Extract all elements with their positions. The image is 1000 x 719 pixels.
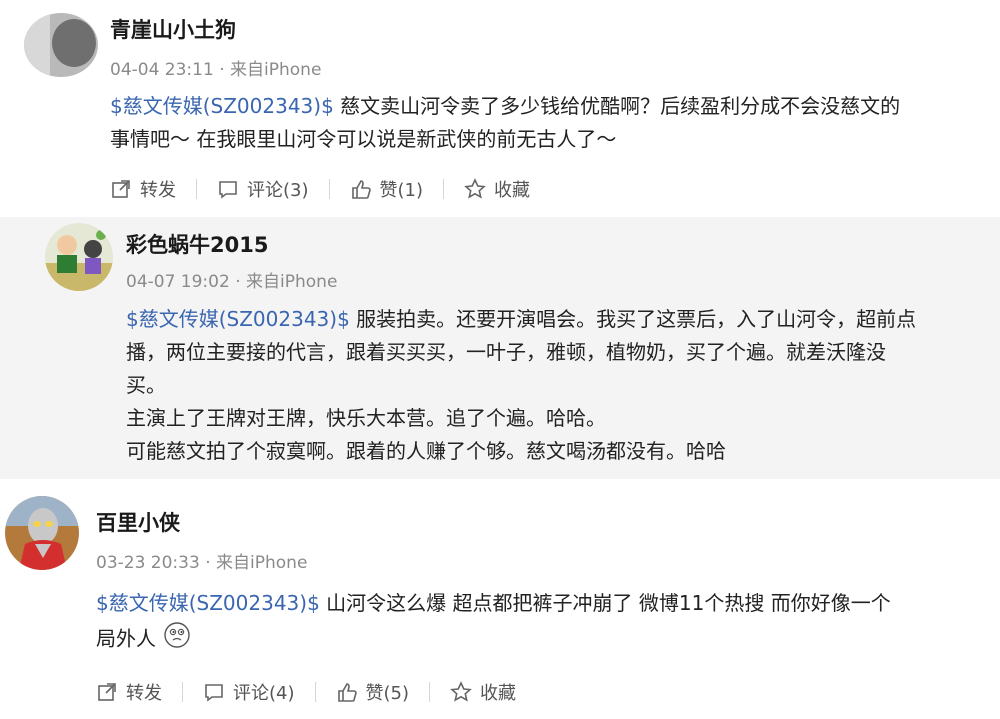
favorite-label: 收藏 <box>494 180 530 201</box>
username[interactable]: 百里小侠 <box>96 507 180 537</box>
favorite-label: 收藏 <box>480 683 516 704</box>
post-time: 04-04 23:11 <box>110 60 214 80</box>
meta-separator: · <box>205 553 211 573</box>
post-source: 来自iPhone <box>246 272 338 292</box>
post-time: 03-23 20:33 <box>96 553 200 573</box>
like-button[interactable]: 赞(5) <box>336 679 410 705</box>
comment-button[interactable]: 评论(3) <box>217 176 309 202</box>
action-bar: 转发 评论(3) 赞(1) 收藏 <box>110 176 530 202</box>
favorite-icon <box>450 681 472 702</box>
comment-icon <box>219 181 237 199</box>
divider <box>196 179 197 199</box>
stock-tag-link[interactable]: $慈文传媒(SZ002343)$ <box>126 307 350 331</box>
divider <box>443 179 444 199</box>
repost-label: 转发 <box>140 180 176 201</box>
comment-icon <box>205 684 223 702</box>
username[interactable]: 彩色蜗牛2015 <box>126 229 268 259</box>
comment-button[interactable]: 评论(4) <box>203 679 295 705</box>
like-icon <box>351 180 371 199</box>
text-line: 慈文卖山河令卖了多少钱给优酷啊？后续盈利分成不会没慈文的 <box>333 94 901 118</box>
like-button[interactable]: 赞(1) <box>350 176 424 202</box>
post-2: 彩色蜗牛2015 04-07 19:02 · 来自iPhone $慈文传媒(SZ… <box>0 217 1000 479</box>
thinking-emoji <box>162 620 192 660</box>
post-meta: 04-07 19:02 · 来自iPhone <box>126 267 337 292</box>
stock-tag-link[interactable]: $慈文传媒(SZ002343)$ <box>96 591 320 615</box>
favorite-icon <box>464 178 486 199</box>
text-line: 买。 <box>126 373 166 397</box>
avatar[interactable] <box>24 13 98 77</box>
post-1: 青崖山小土狗 04-04 23:11 · 来自iPhone $慈文传媒(SZ00… <box>0 0 1000 217</box>
divider <box>328 179 330 199</box>
like-label: 赞(1) <box>379 180 424 201</box>
like-label: 赞(5) <box>365 683 410 704</box>
text-line: 可能慈文拍了个寂寞啊。跟着的人赚了个够。慈文喝汤都没有。哈哈 <box>126 439 726 463</box>
stock-tag-link[interactable]: $慈文传媒(SZ002343)$ <box>110 94 334 118</box>
action-bar: 转发 评论(4) 赞(5) 收藏 <box>96 679 516 705</box>
meta-separator: · <box>219 60 225 80</box>
text-line: 局外人 <box>96 626 156 651</box>
like-icon <box>337 683 357 702</box>
repost-icon <box>112 180 130 198</box>
repost-label: 转发 <box>126 683 162 704</box>
username[interactable]: 青崖山小土狗 <box>110 14 236 44</box>
post-meta: 04-04 23:11 · 来自iPhone <box>110 55 321 80</box>
repost-icon <box>98 683 116 701</box>
post-text: $慈文传媒(SZ002343)$ 服装拍卖。还要开演唱会。我买了这票后，入了山河… <box>126 303 986 468</box>
favorite-button[interactable]: 收藏 <box>464 176 530 202</box>
post-3: 百里小侠 03-23 20:33 · 来自iPhone $慈文传媒(SZ0023… <box>0 479 1000 719</box>
divider <box>429 682 430 702</box>
text-line: 服装拍卖。还要开演唱会。我买了这票后，入了山河令，超前点 <box>349 307 917 331</box>
comment-label: 评论(3) <box>247 180 309 201</box>
meta-separator: · <box>235 272 241 292</box>
repost-button[interactable]: 转发 <box>110 176 176 202</box>
divider <box>314 682 316 702</box>
text-line: 事情吧～ 在我眼里山河令可以说是新武侠的前无古人了～ <box>110 127 617 151</box>
comment-label: 评论(4) <box>233 683 295 704</box>
post-source: 来自iPhone <box>216 553 308 573</box>
post-time: 04-07 19:02 <box>126 272 230 292</box>
divider <box>182 682 183 702</box>
text-line: 主演上了王牌对王牌，快乐大本营。追了个遍。哈哈。 <box>126 406 606 430</box>
text-line: 播，两位主要接的代言，跟着买买买，一叶子，雅顿，植物奶，买了个遍。就差沃隆没 <box>126 340 886 364</box>
post-text: $慈文传媒(SZ002343)$ 慈文卖山河令卖了多少钱给优酷啊？后续盈利分成不… <box>110 90 980 156</box>
post-meta: 03-23 20:33 · 来自iPhone <box>96 548 307 573</box>
avatar[interactable] <box>45 223 113 291</box>
post-source: 来自iPhone <box>230 60 322 80</box>
post-text: $慈文传媒(SZ002343)$ 山河令这么爆 超点都把裤子冲崩了 微博11个热… <box>96 587 991 660</box>
favorite-button[interactable]: 收藏 <box>450 679 516 705</box>
repost-button[interactable]: 转发 <box>96 679 162 705</box>
avatar[interactable] <box>5 496 79 570</box>
text-line: 山河令这么爆 超点都把裤子冲崩了 微博11个热搜 而你好像一个 <box>319 591 891 615</box>
